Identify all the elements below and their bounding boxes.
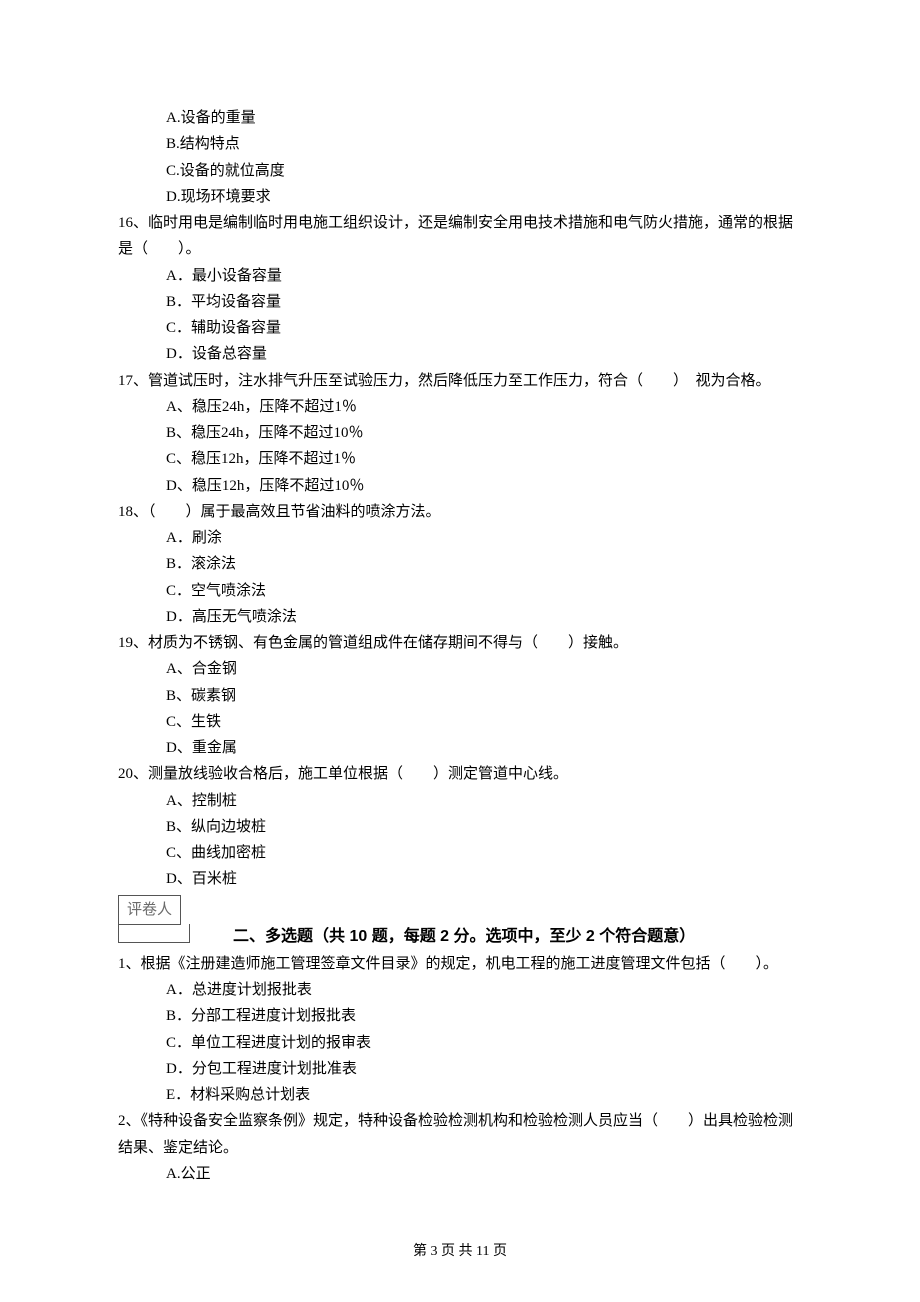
q15-option-c: C.设备的就位高度 xyxy=(118,158,802,184)
q17-text: 17、管道试压时，注水排气升压至试验压力，然后降低压力至工作压力，符合（ ） 视… xyxy=(118,368,802,394)
q18-option-d: D．高压无气喷涂法 xyxy=(118,604,802,630)
q20-option-c: C、曲线加密桩 xyxy=(118,840,802,866)
mq1-option-b: B．分部工程进度计划报批表 xyxy=(118,1003,802,1029)
mq1-option-e: E．材料采购总计划表 xyxy=(118,1082,802,1108)
q16-option-a: A．最小设备容量 xyxy=(118,263,802,289)
grader-label: 评卷人 xyxy=(118,895,181,925)
mq1-text: 1、根据《注册建造师施工管理签章文件目录》的规定，机电工程的施工进度管理文件包括… xyxy=(118,951,802,977)
q17-option-d: D、稳压12h，压降不超过10％ xyxy=(118,473,802,499)
section-2-heading: 二、多选题（共 10 题，每题 2 分。选项中，至少 2 个符合题意） xyxy=(118,923,802,951)
mq1-option-d: D．分包工程进度计划批准表 xyxy=(118,1056,802,1082)
q16-option-d: D．设备总容量 xyxy=(118,341,802,367)
q15-option-b: B.结构特点 xyxy=(118,131,802,157)
q18-text: 18、（ ）属于最高效且节省油料的喷涂方法。 xyxy=(118,499,802,525)
q19-text: 19、材质为不锈钢、有色金属的管道组成件在储存期间不得与（ ）接触。 xyxy=(118,630,802,656)
q15-option-a: A.设备的重量 xyxy=(118,105,802,131)
mq2-option-a: A.公正 xyxy=(118,1161,802,1187)
q19-option-a: A、合金钢 xyxy=(118,656,802,682)
q20-option-a: A、控制桩 xyxy=(118,788,802,814)
q15-option-d: D.现场环境要求 xyxy=(118,184,802,210)
q19-option-b: B、碳素钢 xyxy=(118,683,802,709)
q17-option-b: B、稳压24h，压降不超过10％ xyxy=(118,420,802,446)
q16-option-c: C．辅助设备容量 xyxy=(118,315,802,341)
q19-option-d: D、重金属 xyxy=(118,735,802,761)
q20-option-d: D、百米桩 xyxy=(118,866,802,892)
mq1-option-a: A．总进度计划报批表 xyxy=(118,977,802,1003)
page-footer: 第 3 页 共 11 页 xyxy=(0,1240,920,1265)
q20-text: 20、测量放线验收合格后，施工单位根据（ ）测定管道中心线。 xyxy=(118,761,802,787)
q20-option-b: B、纵向边坡桩 xyxy=(118,814,802,840)
q19-option-c: C、生铁 xyxy=(118,709,802,735)
q16-option-b: B．平均设备容量 xyxy=(118,289,802,315)
q18-option-c: C．空气喷涂法 xyxy=(118,578,802,604)
q17-option-a: A、稳压24h，压降不超过1％ xyxy=(118,394,802,420)
q18-option-b: B．滚涂法 xyxy=(118,551,802,577)
mq1-option-c: C．单位工程进度计划的报审表 xyxy=(118,1030,802,1056)
q17-option-c: C、稳压12h，压降不超过1％ xyxy=(118,446,802,472)
q16-text: 16、临时用电是编制临时用电施工组织设计，还是编制安全用电技术措施和电气防火措施… xyxy=(118,210,802,263)
exam-page: A.设备的重量 B.结构特点 C.设备的就位高度 D.现场环境要求 16、临时用… xyxy=(0,0,920,1302)
q18-option-a: A．刷涂 xyxy=(118,525,802,551)
mq2-text: 2、《特种设备安全监察条例》规定，特种设备检验检测机构和检验检测人员应当（ ）出… xyxy=(118,1108,802,1161)
